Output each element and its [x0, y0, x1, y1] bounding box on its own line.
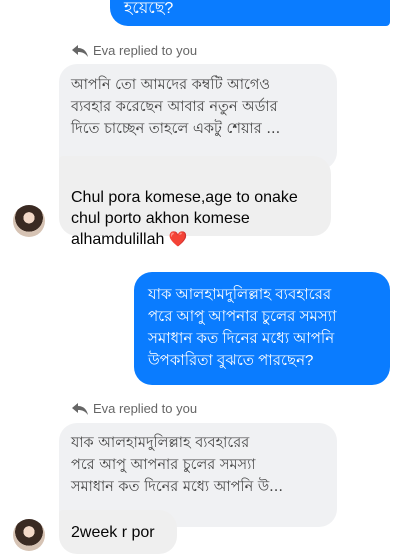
- reply-arrow-icon: [72, 44, 88, 57]
- quoted-message-text: যাক আলহামদুলিল্লাহ ব্যবহারের পরে আপু আপন…: [71, 435, 284, 495]
- outgoing-message-bubble[interactable]: হয়েছে?: [110, 0, 390, 26]
- quoted-message-bubble[interactable]: আপনি তো আমদের কম্বটি আগেও ব্যবহার করেছেন…: [59, 64, 337, 170]
- reply-arrow-icon: [72, 402, 88, 415]
- incoming-message-text: Chul pora komese,age to onake chul porto…: [71, 189, 298, 248]
- outgoing-message-text: হয়েছে?: [124, 0, 174, 17]
- incoming-message-text: 2week r por: [71, 524, 155, 541]
- avatar[interactable]: [13, 205, 45, 237]
- incoming-message-bubble[interactable]: Chul pora komese,age to onake chul porto…: [59, 156, 331, 248]
- quoted-message-text: আপনি তো আমদের কম্বটি আগেও ব্যবহার করেছেন…: [71, 77, 281, 137]
- replied-to-you-label: Eva replied to you: [72, 401, 197, 416]
- avatar[interactable]: [13, 519, 45, 551]
- replied-to-you-label: Eva replied to you: [72, 43, 197, 58]
- outgoing-message-bubble[interactable]: যাক আলহামদুলিল্লাহ ব্যবহারের পরে আপু আপন…: [134, 272, 390, 385]
- outgoing-message-text: যাক আলহামদুলিল্লাহ ব্যবহারের পরে আপু আপন…: [148, 286, 337, 369]
- incoming-message-bubble[interactable]: 2week r por: [59, 510, 177, 554]
- heart-emoji: ❤️: [168, 231, 188, 248]
